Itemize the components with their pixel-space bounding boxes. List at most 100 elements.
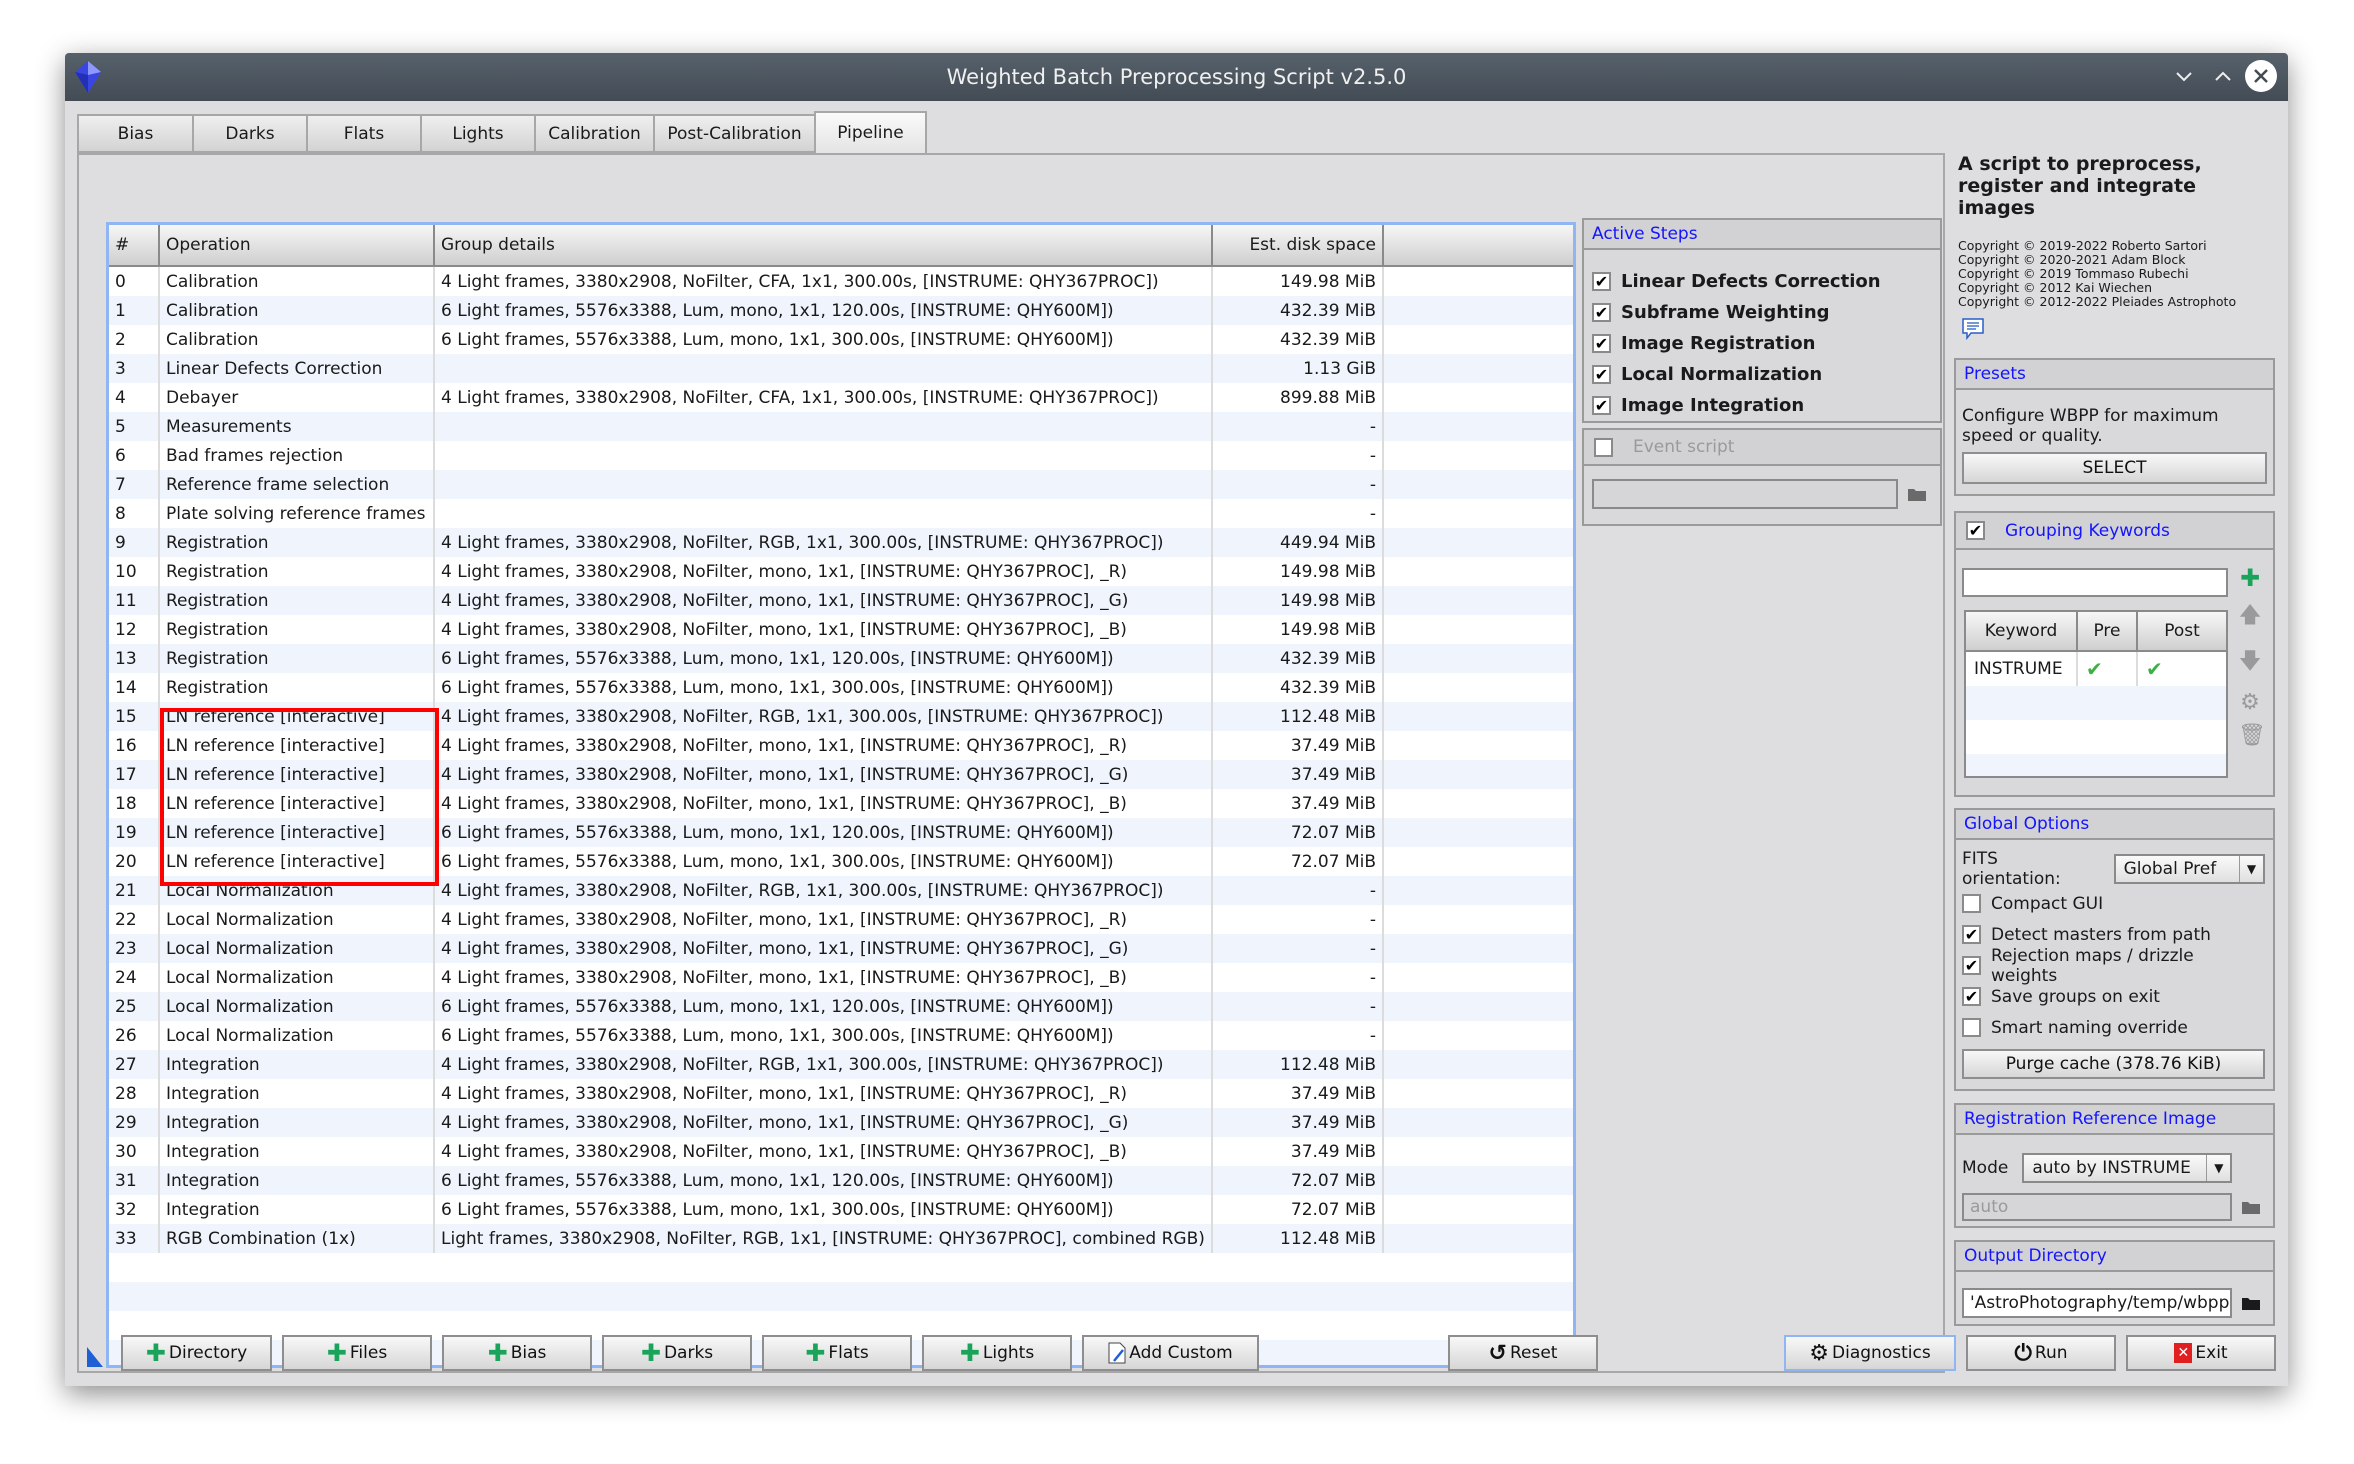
checkbox[interactable]: ✔ bbox=[1592, 272, 1611, 291]
add-lights-button[interactable]: ✚ Lights bbox=[922, 1335, 1072, 1371]
tab-post-calibration[interactable]: Post-Calibration bbox=[653, 114, 814, 153]
active-step-item[interactable]: ✔ Image Registration bbox=[1592, 328, 1932, 359]
table-row[interactable]: 21 Local Normalization 4 Light frames, 338… bbox=[109, 876, 1573, 905]
checkbox[interactable]: ✔ bbox=[1962, 925, 1981, 944]
grouping-keywords-checkbox[interactable]: ✔ bbox=[1966, 521, 1985, 540]
checkbox[interactable] bbox=[1962, 1018, 1981, 1037]
checkbox[interactable]: ✔ bbox=[1592, 365, 1611, 384]
keywords-header-post[interactable]: Post bbox=[2138, 612, 2226, 650]
reference-mode-select[interactable]: auto by INSTRUME ▼ bbox=[2022, 1153, 2233, 1183]
table-row[interactable]: 3 Linear Defects Correction 1.13 GiB bbox=[109, 354, 1573, 383]
table-row[interactable]: 30 Integration 4 Light frames, 3380x2908, … bbox=[109, 1137, 1573, 1166]
fits-orientation-select[interactable]: Global Pref ▼ bbox=[2113, 854, 2265, 884]
table-row[interactable]: 31 Integration 6 Light frames, 5576x3388, … bbox=[109, 1166, 1573, 1195]
add-bias-button[interactable]: ✚ Bias bbox=[442, 1335, 592, 1371]
output-directory-field[interactable]: 'AstroPhotography/temp/wbpp bbox=[1962, 1288, 2232, 1318]
table-row[interactable]: 26 Local Normalization 6 Light frames, 557… bbox=[109, 1021, 1573, 1050]
settings-gear-icon[interactable]: ⚙ bbox=[2238, 690, 2262, 715]
table-row[interactable]: 17 LN reference [interactive] 4 Light fram… bbox=[109, 760, 1573, 789]
delete-trash-icon[interactable]: 🗑 bbox=[2238, 723, 2266, 748]
active-step-item[interactable]: ✔ Image Integration bbox=[1592, 390, 1932, 421]
tab-lights[interactable]: Lights bbox=[420, 114, 534, 153]
add-keyword-icon[interactable]: ✚ bbox=[2240, 566, 2260, 590]
folder-icon[interactable] bbox=[2242, 1200, 2260, 1214]
exit-button[interactable]: ✕ Exit bbox=[2126, 1335, 2276, 1371]
add-darks-button[interactable]: ✚ Darks bbox=[602, 1335, 752, 1371]
keywords-table[interactable]: Keyword Pre Post INSTRUME ✔ ✔ bbox=[1964, 610, 2228, 778]
table-row[interactable]: 15 LN reference [interactive] 4 Light fram… bbox=[109, 702, 1573, 731]
table-row[interactable]: 20 LN reference [interactive] 6 Light fram… bbox=[109, 847, 1573, 876]
add-directory-button[interactable]: ✚ Directory bbox=[121, 1335, 272, 1371]
active-step-item[interactable]: ✔ Linear Defects Correction bbox=[1592, 266, 1932, 297]
comment-icon[interactable] bbox=[1962, 318, 1984, 340]
reference-image-path-field[interactable]: auto bbox=[1962, 1193, 2232, 1221]
table-row[interactable]: 6 Bad frames rejection - bbox=[109, 441, 1573, 470]
resize-grip-icon[interactable] bbox=[87, 1347, 103, 1367]
table-row[interactable]: 32 Integration 6 Light frames, 5576x3388, … bbox=[109, 1195, 1573, 1224]
keyword-row[interactable]: INSTRUME ✔ ✔ bbox=[1966, 652, 2226, 686]
global-option-item[interactable]: ✔ Rejection maps / drizzle weights bbox=[1962, 946, 2265, 986]
folder-icon[interactable] bbox=[1908, 487, 1926, 501]
pre-check-icon[interactable]: ✔ bbox=[2078, 652, 2138, 686]
post-check-icon[interactable]: ✔ bbox=[2138, 652, 2226, 686]
checkbox[interactable]: ✔ bbox=[1962, 956, 1981, 975]
table-row[interactable]: 5 Measurements - bbox=[109, 412, 1573, 441]
active-step-item[interactable]: ✔ Subframe Weighting bbox=[1592, 297, 1932, 328]
table-row[interactable]: 18 LN reference [interactive] 4 Light fram… bbox=[109, 789, 1573, 818]
global-option-item[interactable]: Smart naming override bbox=[1962, 1012, 2265, 1043]
reset-button[interactable]: ↺ Reset bbox=[1448, 1335, 1598, 1371]
table-row[interactable]: 25 Local Normalization 6 Light frames, 557… bbox=[109, 992, 1573, 1021]
table-row[interactable]: 13 Registration 6 Light frames, 5576x3388,… bbox=[109, 644, 1573, 673]
table-row[interactable]: 9 Registration 4 Light frames, 3380x2908, … bbox=[109, 528, 1573, 557]
keywords-header-pre[interactable]: Pre bbox=[2078, 612, 2138, 650]
global-option-item[interactable]: ✔ Save groups on exit bbox=[1962, 981, 2265, 1012]
table-row[interactable]: 2 Calibration 6 Light frames, 5576x3388, L… bbox=[109, 325, 1573, 354]
column-header-disk-space[interactable]: Est. disk space bbox=[1213, 225, 1384, 265]
pipeline-table[interactable]: # Operation Group details Est. disk spac… bbox=[106, 222, 1576, 1368]
table-row[interactable]: 33 RGB Combination (1x) Light frames, 3380… bbox=[109, 1224, 1573, 1253]
add-flats-button[interactable]: ✚ Flats bbox=[762, 1335, 912, 1371]
table-row[interactable]: 19 LN reference [interactive] 6 Light fram… bbox=[109, 818, 1573, 847]
checkbox[interactable]: ✔ bbox=[1592, 303, 1611, 322]
purge-cache-button[interactable]: Purge cache (378.76 KiB) bbox=[1962, 1049, 2265, 1079]
table-row[interactable]: 16 LN reference [interactive] 4 Light fram… bbox=[109, 731, 1573, 760]
add-files-button[interactable]: ✚ Files bbox=[282, 1335, 432, 1371]
event-script-checkbox[interactable] bbox=[1594, 437, 1613, 457]
table-row[interactable]: 10 Registration 4 Light frames, 3380x2908,… bbox=[109, 557, 1573, 586]
column-header-group-details[interactable]: Group details bbox=[435, 225, 1213, 265]
table-row[interactable]: 23 Local Normalization 4 Light frames, 338… bbox=[109, 934, 1573, 963]
global-option-item[interactable]: Compact GUI bbox=[1962, 888, 2265, 919]
table-row[interactable]: 7 Reference frame selection - bbox=[109, 470, 1573, 499]
move-up-icon[interactable]: 🡅 bbox=[2238, 598, 2262, 636]
table-row[interactable]: 24 Local Normalization 4 Light frames, 338… bbox=[109, 963, 1573, 992]
move-down-icon[interactable]: 🡇 bbox=[2238, 644, 2262, 682]
maximize-icon[interactable] bbox=[2209, 63, 2237, 91]
tab-bias[interactable]: Bias bbox=[77, 114, 192, 153]
active-step-item[interactable]: ✔ Local Normalization bbox=[1592, 359, 1932, 390]
tab-calibration[interactable]: Calibration bbox=[534, 114, 653, 153]
presets-select-button[interactable]: SELECT bbox=[1962, 452, 2267, 484]
checkbox[interactable]: ✔ bbox=[1592, 396, 1611, 415]
column-header-number[interactable]: # bbox=[109, 225, 160, 265]
tab-darks[interactable]: Darks bbox=[192, 114, 306, 153]
table-row[interactable]: 29 Integration 4 Light frames, 3380x2908, … bbox=[109, 1108, 1573, 1137]
column-header-operation[interactable]: Operation bbox=[160, 225, 435, 265]
table-row[interactable]: 11 Registration 4 Light frames, 3380x2908,… bbox=[109, 586, 1573, 615]
keywords-header-keyword[interactable]: Keyword bbox=[1966, 612, 2078, 650]
minimize-icon[interactable] bbox=[2170, 63, 2198, 91]
diagnostics-button[interactable]: ⚙ Diagnostics bbox=[1784, 1335, 1956, 1371]
close-icon[interactable] bbox=[2245, 60, 2277, 92]
table-row[interactable]: 28 Integration 4 Light frames, 3380x2908, … bbox=[109, 1079, 1573, 1108]
table-row[interactable]: 27 Integration 4 Light frames, 3380x2908, … bbox=[109, 1050, 1573, 1079]
table-row[interactable]: 22 Local Normalization 4 Light frames, 338… bbox=[109, 905, 1573, 934]
table-row[interactable]: 0 Calibration 4 Light frames, 3380x2908, N… bbox=[109, 267, 1573, 296]
checkbox[interactable]: ✔ bbox=[1592, 334, 1611, 353]
table-row[interactable]: 14 Registration 6 Light frames, 5576x3388,… bbox=[109, 673, 1573, 702]
table-row[interactable]: 8 Plate solving reference frames - bbox=[109, 499, 1573, 528]
checkbox[interactable]: ✔ bbox=[1962, 987, 1981, 1006]
tab-flats[interactable]: Flats bbox=[306, 114, 420, 153]
run-button[interactable]: ⏻ Run bbox=[1966, 1335, 2116, 1371]
keyword-input[interactable] bbox=[1962, 568, 2228, 597]
folder-icon[interactable] bbox=[2242, 1296, 2260, 1310]
add-custom-button[interactable]: Add Custom bbox=[1082, 1335, 1259, 1371]
